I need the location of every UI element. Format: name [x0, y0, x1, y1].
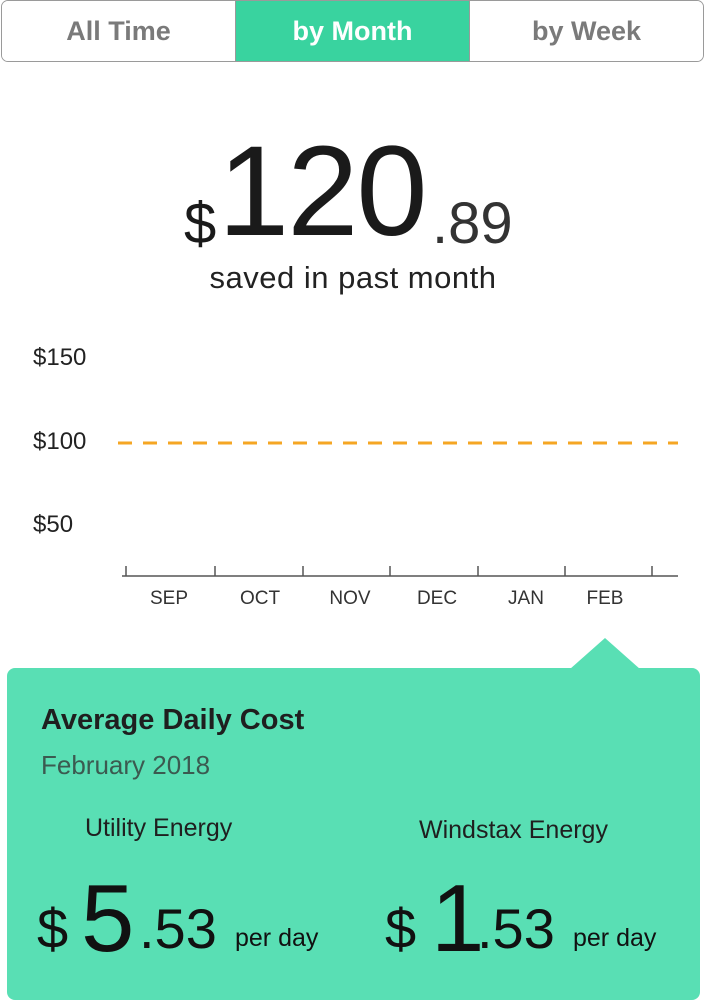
utility-currency: $ [37, 897, 69, 960]
x-tick-label: OCT [239, 588, 281, 609]
tab-by-month[interactable]: by Month [236, 1, 470, 61]
utility-whole: 5 [81, 865, 135, 972]
card-pointer [570, 638, 640, 669]
savings-whole: 120 [218, 120, 428, 263]
average-daily-cost-card: Average Daily Cost February 2018 Utility… [7, 668, 700, 1000]
utility-cents: .53 [139, 897, 217, 960]
card-title: Average Daily Cost [41, 704, 305, 736]
savings-caption: saved in past month [209, 260, 497, 295]
card-period: February 2018 [41, 750, 211, 780]
utility-unit: per day [235, 924, 319, 952]
x-tick-label: JAN [508, 588, 544, 609]
windstax-cents: .53 [477, 897, 555, 960]
tab-all-time[interactable]: All Time [2, 1, 236, 61]
utility-energy-label: Utility Energy [85, 814, 233, 842]
x-axis-ticks [125, 566, 653, 576]
windstax-currency: $ [385, 897, 417, 960]
tab-by-week[interactable]: by Week [470, 1, 703, 61]
x-tick-label-selected[interactable]: FEB [587, 588, 624, 610]
x-tick-label: NOV [329, 588, 371, 609]
x-tick-label: SEP [149, 588, 189, 609]
savings-currency: $ [184, 191, 217, 256]
windstax-unit: per day [573, 924, 657, 952]
savings-summary: $ 120 .89 [0, 120, 706, 263]
windstax-energy-label: Windstax Energy [419, 816, 608, 844]
savings-chart [118, 441, 678, 577]
period-segmented-control: All Time by Month by Week [1, 0, 704, 62]
savings-cents: .89 [432, 191, 513, 256]
x-tick-label: DEC [416, 588, 458, 609]
